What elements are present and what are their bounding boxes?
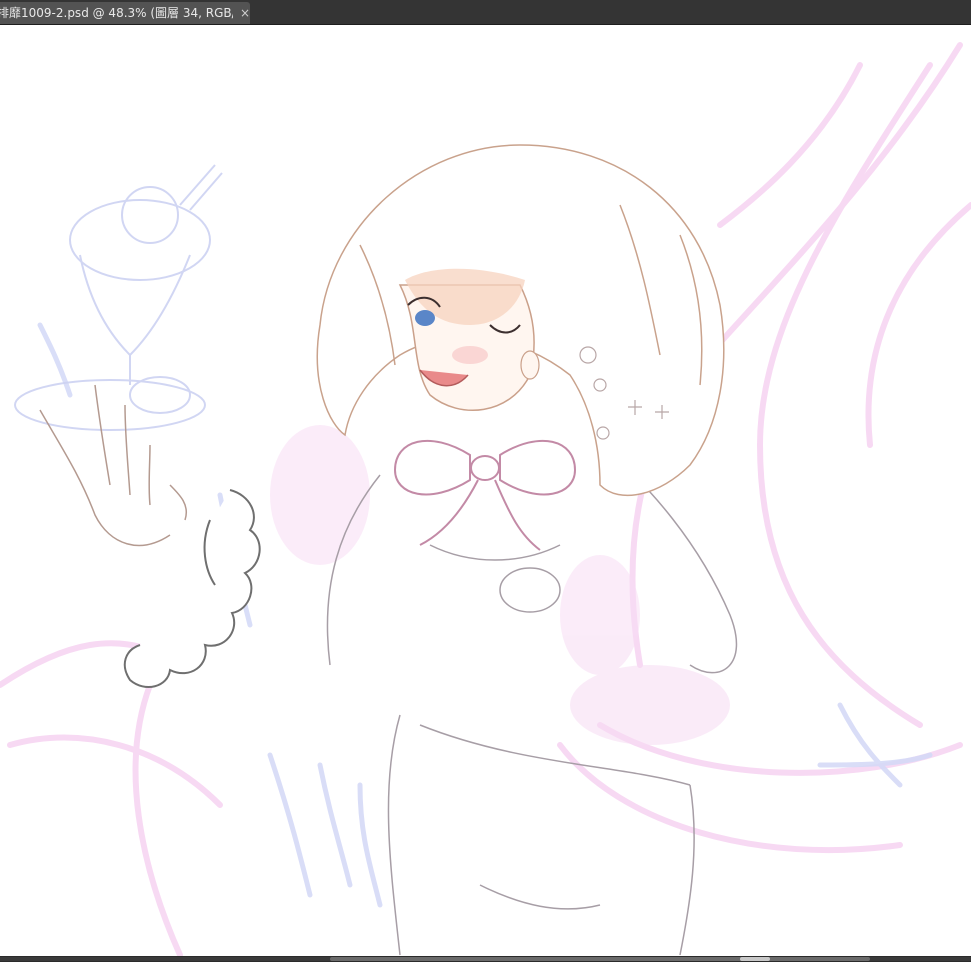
photoshop-window: 排靡1009-2.psd @ 48.3% (圖層 34, RGB/8) × xyxy=(0,0,971,962)
sleeve-ruffle xyxy=(123,489,261,689)
hand-lineart xyxy=(39,384,187,547)
close-icon[interactable]: × xyxy=(240,2,250,24)
ear xyxy=(520,350,540,380)
horizontal-scrollbar[interactable] xyxy=(0,956,971,962)
eye-open xyxy=(415,310,435,326)
face xyxy=(398,268,540,412)
artwork-canvas[interactable] xyxy=(0,25,971,956)
document-tab[interactable]: 排靡1009-2.psd @ 48.3% (圖層 34, RGB/8) × xyxy=(0,2,250,24)
document-tab-bar: 排靡1009-2.psd @ 48.3% (圖層 34, RGB/8) × xyxy=(0,0,971,25)
bow xyxy=(393,439,577,551)
scrollbar-thumb[interactable] xyxy=(330,957,870,961)
parfait-sketch xyxy=(14,164,223,431)
artwork-illustration xyxy=(0,42,971,956)
document-tab-title[interactable]: 排靡1009-2.psd @ 48.3% (圖層 34, RGB/8) xyxy=(0,2,233,24)
scrollbar-highlight xyxy=(740,957,770,961)
